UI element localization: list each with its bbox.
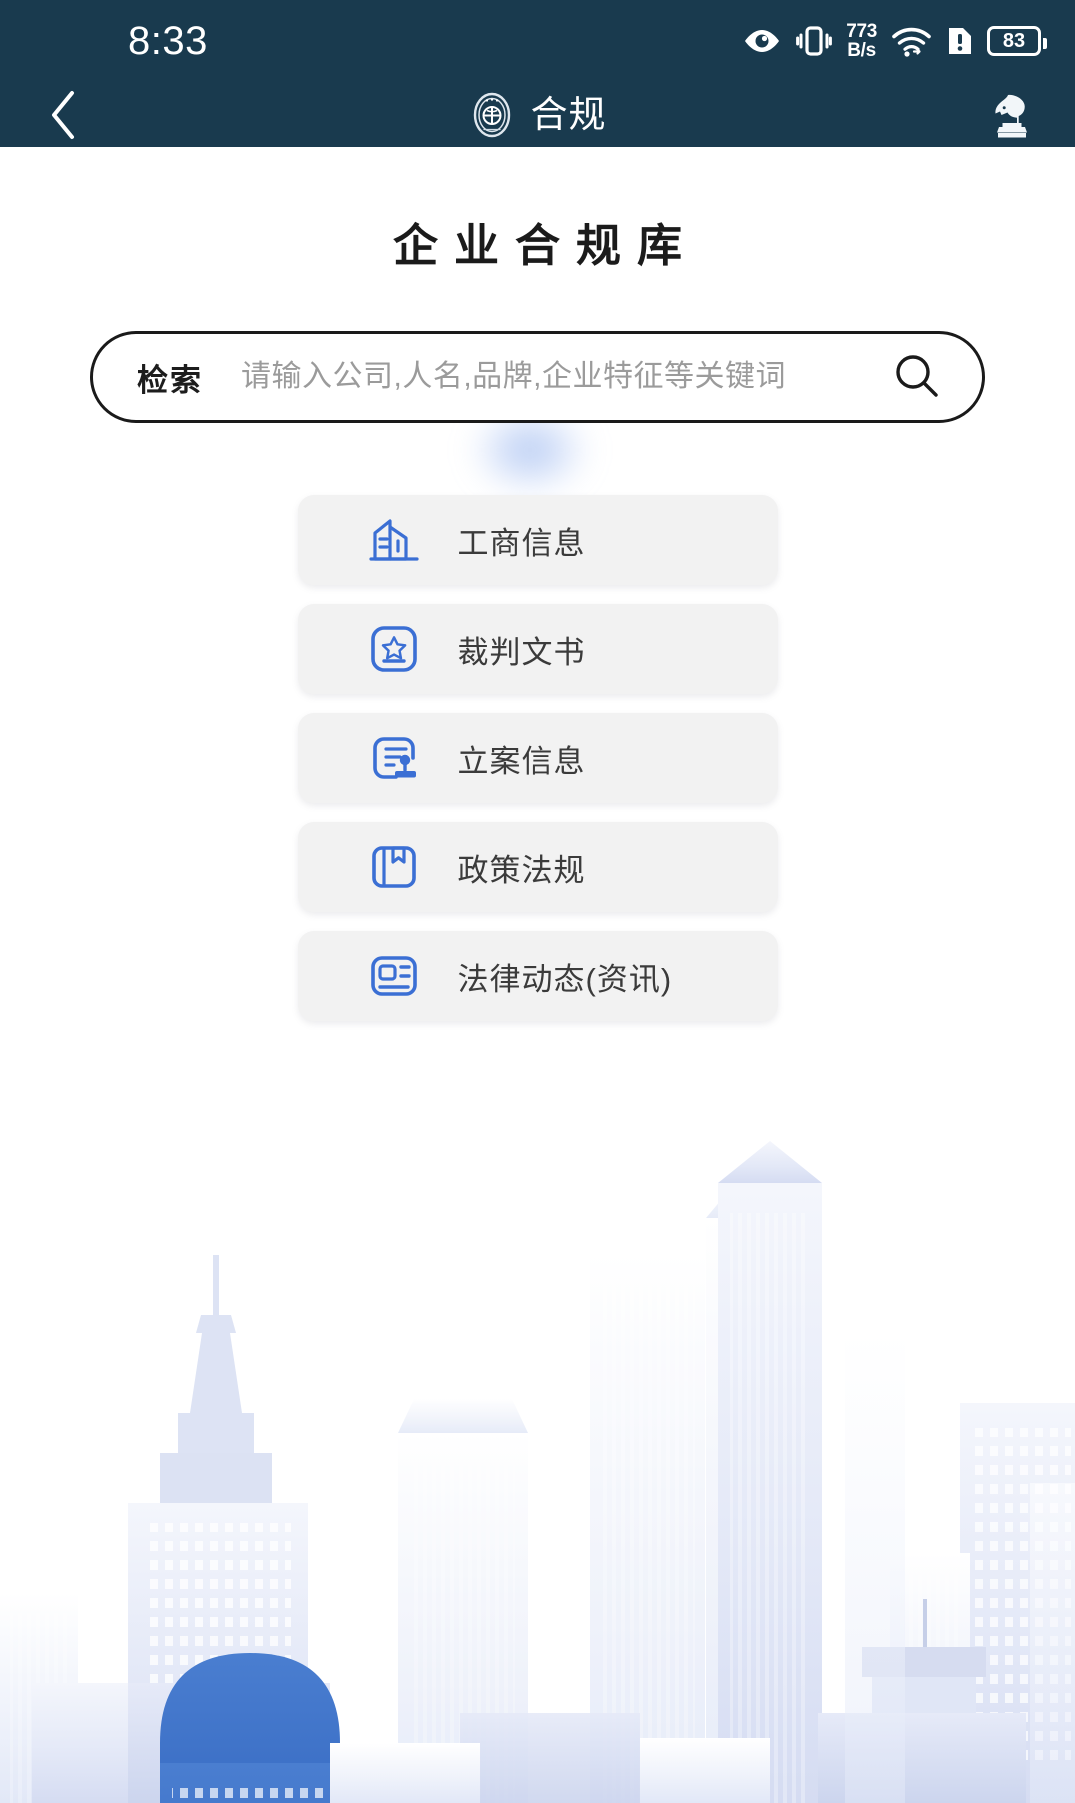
search-button[interactable] — [882, 342, 952, 412]
menu-item-label: 立案信息 — [457, 743, 586, 779]
nav-title-group: 合规 — [469, 92, 607, 138]
feature-menu-list: 工商信息 裁判文书 立案信息 政策法规 法律动态(资讯) — [297, 495, 778, 1021]
menu-item-label: 工商信息 — [457, 525, 586, 561]
search-bar[interactable]: 检索 — [90, 331, 985, 423]
chevron-left-icon — [52, 90, 74, 139]
nav-bar: 合规 — [0, 82, 1075, 147]
menu-item-case-filing[interactable]: 立案信息 — [297, 713, 778, 803]
network-speed-unit: B/s — [847, 40, 876, 61]
menu-item-policies-regulations[interactable]: 政策法规 — [297, 822, 778, 912]
app-screen: 8:33 773 B/s 83 合规 企业合规库 检索 请输入公司,人名,品牌,… — [0, 0, 1075, 1803]
wifi-icon — [891, 25, 933, 57]
eye-care-icon — [742, 27, 782, 55]
menu-item-label: 法律动态(资讯) — [457, 961, 673, 997]
menu-item-label: 裁判文书 — [457, 634, 586, 670]
menu-item-label: 政策法规 — [457, 852, 586, 888]
news-article-icon — [366, 948, 422, 1004]
star-document-icon — [366, 621, 422, 677]
network-speed-value: 773 — [846, 21, 877, 42]
city-skyline-illustration — [0, 1141, 1075, 1803]
status-bar-icons: 773 B/s 83 — [742, 22, 1047, 60]
vibrate-icon — [796, 25, 833, 57]
chess-knight-button[interactable] — [985, 89, 1037, 141]
battery-icon: 83 — [987, 26, 1047, 56]
nav-title: 合规 — [530, 94, 607, 135]
page-content: 企业合规库 检索 请输入公司,人名,品牌,企业特征等关键词 工商信息 裁判文书 … — [0, 147, 1075, 1803]
back-button[interactable] — [36, 88, 90, 142]
case-stamp-icon — [366, 730, 422, 786]
menu-item-legal-news[interactable]: 法律动态(资讯) — [297, 931, 778, 1021]
building-icon — [366, 512, 422, 568]
search-input[interactable] — [239, 359, 882, 395]
status-bar-clock: 8:33 — [128, 19, 208, 63]
chess-knight-icon — [995, 94, 1027, 137]
status-bar: 8:33 773 B/s 83 — [0, 0, 1075, 82]
page-title: 企业合规库 — [392, 220, 698, 271]
menu-item-judgment-documents[interactable]: 裁判文书 — [297, 604, 778, 694]
network-speed-icon: 773 B/s — [846, 22, 877, 60]
book-bookmark-icon — [366, 839, 422, 895]
battery-percent-label: 83 — [1002, 30, 1026, 52]
menu-item-business-info[interactable]: 工商信息 — [297, 495, 778, 585]
sim-alert-icon — [947, 25, 973, 57]
court-emblem-icon — [473, 92, 510, 137]
search-label: 检索 — [137, 362, 203, 398]
search-icon — [896, 355, 938, 397]
